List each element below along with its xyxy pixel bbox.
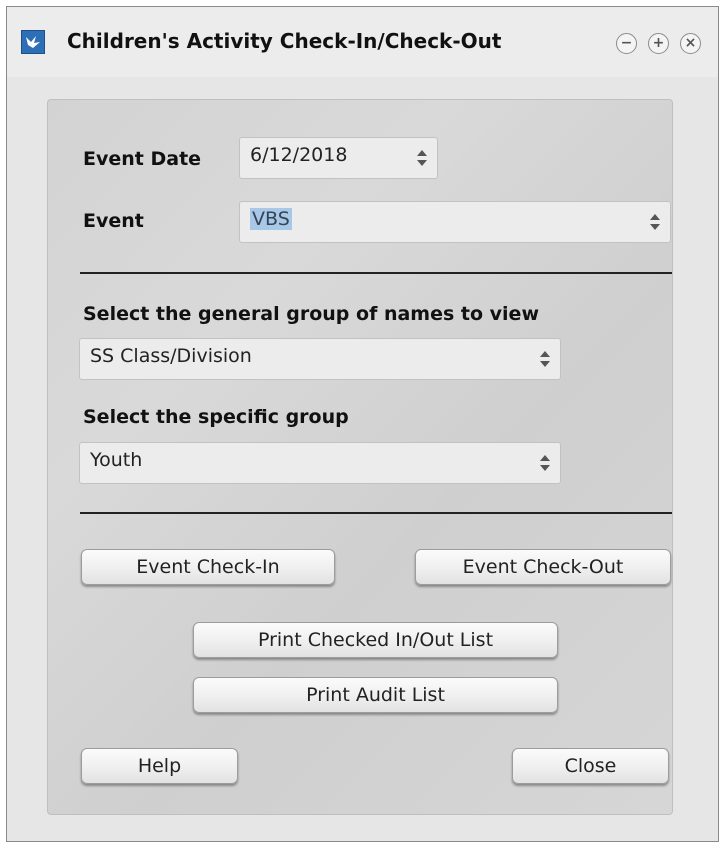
maximize-button[interactable]: + <box>648 33 669 54</box>
window-title: Children's Activity Check-In/Check-Out <box>67 29 502 53</box>
specific-group-value: Youth <box>90 449 143 471</box>
form-panel: Event Date 6/12/2018 Event VBS Select th… <box>47 99 673 815</box>
event-value: VBS <box>250 208 292 230</box>
print-audit-list-button[interactable]: Print Audit List <box>193 677 558 713</box>
close-window-button[interactable]: × <box>680 33 701 54</box>
spinner-arrows-icon[interactable] <box>538 452 552 474</box>
event-select[interactable]: VBS <box>239 201 671 243</box>
event-date-label: Event Date <box>83 148 202 170</box>
event-check-out-button[interactable]: Event Check-Out <box>415 549 671 585</box>
general-group-label: Select the general group of names to vie… <box>83 303 539 325</box>
app-dove-icon <box>21 30 45 54</box>
spinner-arrows-icon[interactable] <box>648 211 662 233</box>
general-group-select[interactable]: SS Class/Division <box>79 338 561 380</box>
check-in-dialog: Children's Activity Check-In/Check-Out −… <box>6 6 719 842</box>
help-button[interactable]: Help <box>81 748 238 784</box>
divider <box>80 512 672 514</box>
event-label: Event <box>83 210 144 232</box>
event-check-in-button[interactable]: Event Check-In <box>81 549 335 585</box>
event-date-stepper[interactable]: 6/12/2018 <box>239 137 438 179</box>
event-date-value: 6/12/2018 <box>250 144 348 166</box>
spinner-arrows-icon[interactable] <box>415 147 429 169</box>
specific-group-select[interactable]: Youth <box>79 442 561 484</box>
minimize-button[interactable]: − <box>616 33 637 54</box>
print-checked-list-button[interactable]: Print Checked In/Out List <box>193 622 558 658</box>
spinner-arrows-icon[interactable] <box>538 348 552 370</box>
general-group-value: SS Class/Division <box>90 345 252 367</box>
divider <box>80 272 672 274</box>
close-button[interactable]: Close <box>512 748 669 784</box>
specific-group-label: Select the specific group <box>83 406 349 428</box>
title-bar[interactable]: Children's Activity Check-In/Check-Out −… <box>7 7 718 77</box>
